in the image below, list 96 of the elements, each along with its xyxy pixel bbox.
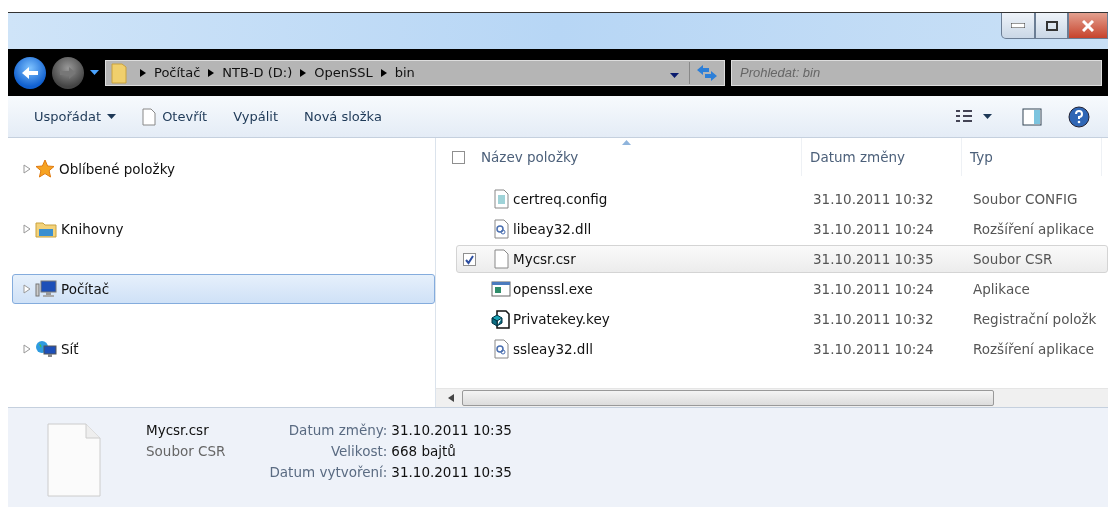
breadcrumb-arrow-icon <box>208 68 215 77</box>
breadcrumb-arrow-icon <box>140 68 146 77</box>
file-row[interactable]: openssl.exe 31.10.2011 10:24 Aplikace <box>456 275 1108 303</box>
column-title: Název položky <box>481 149 579 165</box>
file-name: certreq.config <box>513 191 609 207</box>
detail-label: Datum vytvoření: <box>269 464 388 480</box>
file-type: Registrační položk <box>973 311 1098 327</box>
file-name: Mycsr.csr <box>513 251 577 267</box>
file-row[interactable]: Mycsr.csr 31.10.2011 10:35 Soubor CSR <box>456 245 1108 273</box>
file-type: Aplikace <box>973 281 1031 297</box>
file-name: ssleay32.dll <box>513 341 594 357</box>
file-date: 31.10.2011 10:32 <box>813 311 935 327</box>
view-list-icon[interactable] <box>955 108 973 125</box>
column-header[interactable]: Typ <box>962 138 1102 176</box>
file-row[interactable]: ssleay32.dll 31.10.2011 10:24 Rozšíření aplikace <box>456 335 1108 363</box>
sort-arrow-icon <box>622 140 631 145</box>
breadcrumb-arrow-icon <box>300 68 307 77</box>
file-type: Soubor CSR <box>973 251 1054 267</box>
file-date: 31.10.2011 10:24 <box>813 341 935 357</box>
column-header[interactable]: Datum změny <box>802 138 962 176</box>
back-button[interactable] <box>14 56 46 89</box>
library-folder-icon <box>35 220 57 238</box>
file-icon <box>142 107 157 126</box>
detail-value: 31.10.2011 10:35 <box>391 422 512 438</box>
help-icon[interactable] <box>1068 105 1090 128</box>
caret-icon <box>107 114 117 119</box>
select-all-checkbox[interactable] <box>452 150 465 164</box>
caret-icon <box>670 73 679 78</box>
back-arrow-icon <box>21 65 39 80</box>
breadcrumb[interactable]: bin <box>394 65 415 80</box>
expand-arrow-icon[interactable] <box>23 224 31 234</box>
file-name: openssl.exe <box>513 281 594 297</box>
file-date: 31.10.2011 10:35 <box>813 251 935 267</box>
gear-file-icon <box>492 219 510 239</box>
application-icon <box>491 281 511 297</box>
folder-icon <box>110 61 128 84</box>
file-date: 31.10.2011 10:24 <box>813 281 935 297</box>
toolbar-button[interactable]: Otevřít <box>134 103 216 130</box>
sidebar-label: Síť <box>61 341 79 357</box>
expand-arrow-icon[interactable] <box>23 344 31 354</box>
computer-icon <box>35 280 57 298</box>
sidebar-label: Oblíbené položky <box>59 161 175 177</box>
address-bar[interactable]: Počítač NTB-D (D:) OpenSSL bin <box>105 59 725 86</box>
row-checkbox[interactable] <box>463 252 476 266</box>
file-name: Mycsr.csr <box>146 422 210 438</box>
sidebar-item[interactable]: Oblíbené položky <box>12 154 435 184</box>
sidebar-label: Knihovny <box>61 221 124 237</box>
detail-label: Velikost: <box>329 443 388 459</box>
forward-button[interactable] <box>52 56 84 89</box>
caret-icon <box>983 114 992 119</box>
close-icon <box>1082 19 1094 32</box>
file-row[interactable]: libeay32.dll 31.10.2011 10:24 Rozšíření aplikace <box>456 215 1108 243</box>
scroll-left-icon[interactable] <box>448 394 454 402</box>
minimize-icon <box>1011 23 1025 28</box>
star-icon <box>35 159 55 179</box>
network-icon <box>35 340 57 358</box>
sidebar-item[interactable]: Knihovny <box>12 214 435 244</box>
file-type: Soubor CONFIG <box>973 191 1079 207</box>
breadcrumb[interactable]: Počítač <box>154 65 201 80</box>
registry-file-icon <box>491 309 511 329</box>
minimize-button[interactable] <box>1001 13 1035 39</box>
preview-pane-icon[interactable] <box>1022 107 1042 126</box>
breadcrumb[interactable]: OpenSSL <box>314 65 373 80</box>
breadcrumb[interactable]: NTB-D (D:) <box>222 65 293 80</box>
file-date: 31.10.2011 10:24 <box>813 221 935 237</box>
search-field[interactable]: Prohledat: bin <box>731 59 1102 86</box>
horizontal-scrollbar[interactable] <box>436 388 1108 407</box>
detail-value: 31.10.2011 10:35 <box>391 464 512 480</box>
file-row[interactable]: certreq.config 31.10.2011 10:32 Soubor CONFIG <box>456 185 1108 213</box>
scrollbar-thumb[interactable] <box>462 390 994 406</box>
expand-arrow-icon[interactable] <box>23 164 31 174</box>
file-type: Soubor CSR <box>146 443 226 459</box>
sidebar-item[interactable]: Počítač <box>12 274 435 304</box>
toolbar-button[interactable]: Uspořádat <box>26 105 125 128</box>
detail-label: Datum změny: <box>287 422 388 438</box>
caret-icon <box>90 70 99 75</box>
sidebar-item[interactable]: Síť <box>12 334 435 364</box>
file-date: 31.10.2011 10:32 <box>813 191 935 207</box>
file-preview-icon <box>46 422 102 498</box>
file-name: libeay32.dll <box>513 221 593 237</box>
gear-file-icon <box>492 339 510 359</box>
file-type: Rozšíření aplikace <box>973 341 1095 357</box>
toolbar-button[interactable]: Nová složka <box>296 105 390 128</box>
file-row[interactable]: Privatekey.key 31.10.2011 10:32 Registrační položk <box>456 305 1108 333</box>
file-type: Rozšíření aplikace <box>973 221 1095 237</box>
config-file-icon <box>492 189 510 209</box>
toolbar-button[interactable]: Vypálit <box>225 105 286 128</box>
blank-file-icon <box>492 249 510 269</box>
maximize-button[interactable] <box>1035 13 1068 39</box>
maximize-icon <box>1045 20 1058 31</box>
expand-arrow-icon[interactable] <box>23 284 31 294</box>
breadcrumb-arrow-icon <box>380 68 387 77</box>
sidebar-label: Počítač <box>61 281 110 297</box>
close-button[interactable] <box>1068 13 1108 39</box>
file-name: Privatekey.key <box>513 311 611 327</box>
detail-value: 668 bajtů <box>391 443 457 459</box>
